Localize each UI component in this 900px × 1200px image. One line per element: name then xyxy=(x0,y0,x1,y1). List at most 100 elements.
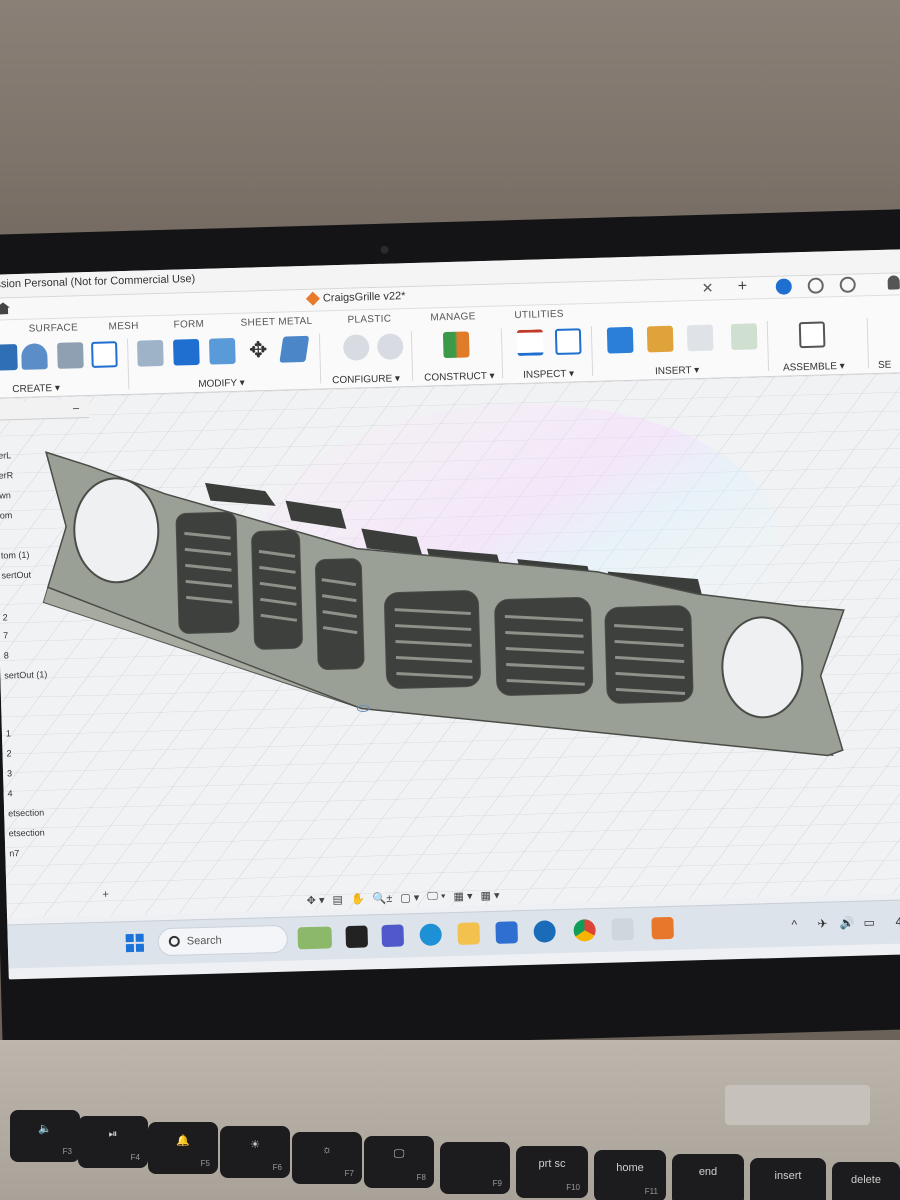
browser-item[interactable]: 8 xyxy=(4,650,9,660)
extensions-icon[interactable] xyxy=(775,278,792,295)
fit-icon[interactable]: ▢ ▾ xyxy=(400,891,419,905)
chevron-up-icon[interactable]: ^ xyxy=(791,917,797,931)
tab-sheet-metal[interactable]: SHEET METAL xyxy=(240,316,312,329)
key-end[interactable]: end xyxy=(672,1154,744,1200)
key-prt-sc[interactable]: prt sc F10 xyxy=(516,1146,588,1198)
edge-icon[interactable] xyxy=(419,923,443,946)
browser-item[interactable]: erL xyxy=(0,450,11,460)
snipping-tool-icon[interactable] xyxy=(611,918,634,941)
grid-settings-icon[interactable]: ▦ ▾ xyxy=(453,890,472,904)
browser-item[interactable]: sertOut xyxy=(1,570,31,581)
select-menu[interactable]: SE xyxy=(878,360,892,371)
browser-item[interactable]: 2 xyxy=(6,748,11,758)
browser-item[interactable]: n7 xyxy=(9,848,19,858)
tab-plastic[interactable]: PLASTIC xyxy=(347,314,391,326)
windows-start-icon[interactable] xyxy=(125,933,145,953)
zoom-icon[interactable]: 🔍± xyxy=(372,892,392,906)
insert-image-icon[interactable] xyxy=(606,326,634,354)
help-icon[interactable] xyxy=(839,276,856,294)
key-f5[interactable]: 🔔 F5 xyxy=(148,1122,218,1174)
key-f7[interactable]: ☼ F7 xyxy=(292,1132,362,1184)
taskbar-search[interactable]: Search xyxy=(157,924,289,957)
key-f4[interactable]: ⏯ F4 xyxy=(78,1116,148,1168)
extrude-icon[interactable] xyxy=(0,344,18,371)
new-component-icon[interactable] xyxy=(798,321,826,349)
fillet-icon[interactable] xyxy=(172,338,200,366)
browser-item[interactable]: sertOut (1) xyxy=(4,669,47,680)
construct-menu[interactable]: CONSTRUCT ▾ xyxy=(424,371,495,384)
configure-table-icon[interactable] xyxy=(342,334,370,361)
dell-icon[interactable] xyxy=(533,920,556,943)
close-tab-icon[interactable]: ✕ xyxy=(702,280,714,297)
notifications-icon[interactable] xyxy=(887,275,900,290)
decal-icon[interactable] xyxy=(730,323,758,351)
display-settings-icon[interactable]: 🖵 ▾ xyxy=(427,890,446,904)
orbit-icon[interactable]: ✥ ▾ xyxy=(307,894,325,907)
browser-item[interactable]: 3 xyxy=(7,768,12,778)
tab-utilities[interactable]: UTILITIES xyxy=(514,309,564,321)
shell-icon[interactable] xyxy=(208,337,236,365)
home-icon[interactable] xyxy=(0,302,10,314)
browser-item[interactable]: 7 xyxy=(3,630,8,640)
chrome-icon[interactable] xyxy=(573,919,596,942)
network-icon[interactable]: ✈ xyxy=(817,917,827,931)
offset-plane-icon[interactable] xyxy=(442,331,470,359)
widgets-icon[interactable] xyxy=(297,926,333,950)
align-icon[interactable] xyxy=(279,335,310,363)
move-icon[interactable]: ✥ xyxy=(245,337,272,364)
browser-item[interactable]: wn xyxy=(0,490,11,500)
sphere-icon[interactable] xyxy=(57,342,84,369)
new-tab-icon[interactable]: + xyxy=(737,278,747,296)
modify-menu[interactable]: MODIFY ▾ xyxy=(198,378,245,390)
configure-menu[interactable]: CONFIGURE ▾ xyxy=(332,373,400,386)
browser-item[interactable]: erR xyxy=(0,470,13,480)
insert-menu[interactable]: INSERT ▾ xyxy=(655,365,699,377)
press-pull-icon[interactable] xyxy=(137,339,164,367)
assemble-menu[interactable]: ASSEMBLE ▾ xyxy=(783,361,845,374)
browser-collapse-button[interactable]: – xyxy=(73,402,79,414)
fusion-360-icon[interactable] xyxy=(651,916,674,940)
tab-manage[interactable]: MANAGE xyxy=(430,311,475,323)
clock[interactable]: 4/ xyxy=(895,914,900,928)
viewport-canvas[interactable] xyxy=(0,372,900,919)
measure-icon[interactable] xyxy=(516,329,544,357)
store-icon[interactable] xyxy=(495,921,518,944)
browser-item[interactable]: 4 xyxy=(7,788,12,798)
pan-icon[interactable]: ✋ xyxy=(351,893,365,906)
key-f8[interactable]: 🖵 F8 xyxy=(364,1136,434,1188)
insert-mesh-icon[interactable] xyxy=(646,325,674,353)
create-menu[interactable]: CREATE ▾ xyxy=(12,383,60,395)
3d-viewport[interactable] xyxy=(0,372,900,919)
tab-form[interactable]: FORM xyxy=(173,319,204,331)
teams-icon[interactable] xyxy=(381,924,405,948)
browser-item[interactable]: tom (1) xyxy=(1,550,30,561)
key-f3[interactable]: 🔈 F3 xyxy=(10,1110,80,1162)
look-at-icon[interactable]: ▤ xyxy=(332,893,343,906)
inspect-menu[interactable]: INSPECT ▾ xyxy=(523,368,574,380)
key-delete[interactable]: delete xyxy=(832,1162,900,1200)
volume-icon[interactable]: 🔊 xyxy=(839,916,854,930)
file-explorer-icon[interactable] xyxy=(457,922,481,945)
add-comment-icon[interactable]: + xyxy=(102,889,109,901)
key-home[interactable]: home F11 xyxy=(594,1150,666,1200)
job-status-icon[interactable] xyxy=(807,277,824,294)
revolve-icon[interactable] xyxy=(21,343,48,370)
viewports-icon[interactable]: ▦ ▾ xyxy=(480,889,499,903)
key-f9[interactable]: F9 xyxy=(440,1142,510,1194)
task-view-icon[interactable] xyxy=(345,925,369,949)
configure-rule-icon[interactable] xyxy=(376,333,404,360)
browser-item[interactable]: etsection xyxy=(9,827,45,838)
insert-svg-icon[interactable] xyxy=(686,324,714,352)
tab-mesh[interactable]: MESH xyxy=(108,321,138,333)
browser-item[interactable]: 1 xyxy=(6,728,11,738)
section-analysis-icon[interactable] xyxy=(554,328,582,355)
browser-item[interactable]: om xyxy=(0,510,12,520)
key-f6[interactable]: ☀ F6 xyxy=(220,1126,290,1178)
browser-item[interactable]: etsection xyxy=(8,807,44,818)
battery-icon[interactable]: ▭ xyxy=(863,915,875,929)
pattern-icon[interactable] xyxy=(91,341,118,368)
document-tab[interactable]: CraigsGrille v22* xyxy=(305,290,406,306)
browser-item[interactable]: 2 xyxy=(3,612,8,622)
key-insert[interactable]: insert xyxy=(750,1158,826,1200)
tab-surface[interactable]: SURFACE xyxy=(28,322,78,334)
